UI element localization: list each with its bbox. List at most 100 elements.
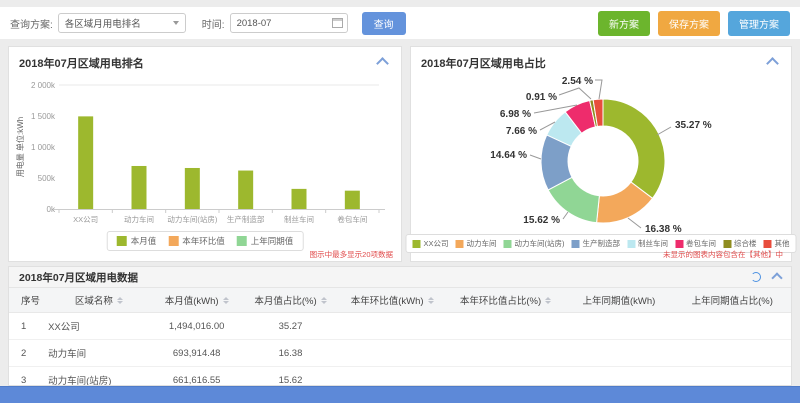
column-header-本月值占比(%)[interactable]: 本月值占比(%) [244, 293, 338, 307]
manage-plan-button[interactable]: 管理方案 [728, 11, 790, 36]
legend-swatch [723, 240, 731, 248]
query-button[interactable]: 查询 [362, 12, 406, 35]
table-cell: 1,494,016.00 [150, 321, 244, 332]
table-row: 2动力车间693,914.4816.38 [9, 340, 791, 367]
bar-生产制造部 [238, 171, 253, 209]
query-plan-selected-value: 各区域月用电排名 [65, 16, 141, 30]
table-cell: 15.62 [244, 375, 338, 386]
legend-item[interactable]: 制丝车间 [627, 238, 668, 249]
column-header-label: 本月值占比(%) [254, 293, 316, 307]
sort-icon[interactable] [428, 297, 434, 304]
table-cell: XX公司 [48, 319, 150, 333]
table-cell: 35.27 [244, 321, 338, 332]
legend-item[interactable]: 生产制造部 [572, 238, 621, 249]
x-axis-category-label: 动力车间 [124, 214, 154, 224]
legend-label: 生产制造部 [583, 238, 621, 249]
pie-slice-percent-label: 2.54 % [562, 76, 593, 87]
save-plan-button[interactable]: 保存方案 [658, 11, 720, 36]
legend-label: 动力车间(站房) [515, 238, 565, 249]
column-header-label: 区域名称 [75, 293, 113, 307]
table-header-row: 序号区域名称本月值(kWh)本月值占比(%)本年环比值(kWh)本年环比值占比(… [9, 288, 791, 313]
column-header-区域名称[interactable]: 区域名称 [48, 293, 150, 307]
collapse-chevron-up-icon[interactable] [771, 272, 782, 283]
pie-slice-percent-label: 14.64 % [490, 150, 527, 161]
table-cell: 693,914.48 [150, 348, 244, 359]
column-header-上年同期值占比(%): 上年同期值占比(%) [674, 293, 791, 307]
x-axis-category-label: 制丝车间 [284, 214, 314, 224]
legend-label: 综合楼 [734, 238, 757, 249]
toolbar: 查询方案: 各区域月用电排名 时间: 查询 新方案 保存方案 管理方案 [0, 7, 800, 39]
sort-icon[interactable] [321, 297, 327, 304]
legend-item[interactable]: 本月值 [117, 235, 157, 247]
legend-item[interactable]: 动力车间 [456, 238, 497, 249]
sort-icon[interactable] [117, 297, 123, 304]
time-label: 时间: [202, 16, 225, 31]
legend-swatch [572, 240, 580, 248]
legend-item[interactable]: 综合楼 [723, 238, 757, 249]
legend-swatch [456, 240, 464, 248]
bar-chart-legend: 本月值 本年环比值 上年同期值 [107, 231, 304, 251]
legend-item[interactable]: 卷包车间 [675, 238, 716, 249]
legend-item[interactable]: 上年同期值 [237, 235, 294, 247]
pie-slice-percent-label: 15.62 % [523, 215, 560, 226]
table-cell: 动力车间(站房) [48, 373, 150, 386]
chevron-down-icon [173, 21, 179, 25]
horizontal-scrollbar[interactable] [0, 386, 800, 403]
legend-item[interactable]: 本年环比值 [168, 235, 225, 247]
new-plan-button[interactable]: 新方案 [598, 11, 650, 36]
dashboard: 查询方案: 各区域月用电排名 时间: 查询 新方案 保存方案 管理方案 2018… [0, 0, 800, 403]
date-input[interactable] [230, 13, 348, 33]
column-header-本月值(kWh)[interactable]: 本月值(kWh) [150, 293, 244, 307]
data-table-panel: 2018年07月区域用电数据 序号区域名称本月值(kWh)本月值占比(%)本年环… [8, 266, 792, 386]
table-cell: 661,616.55 [150, 375, 244, 386]
label-leader-line [595, 80, 602, 99]
bar-chart-title: 2018年07月区域用电排名 [19, 55, 144, 71]
collapse-chevron-up-icon[interactable] [376, 57, 389, 70]
query-plan-select[interactable]: 各区域月用电排名 [58, 13, 186, 33]
legend-label: 制丝车间 [638, 238, 668, 249]
legend-swatch [504, 240, 512, 248]
toolbar-right: 新方案 保存方案 管理方案 [598, 11, 790, 36]
bar-卷包车间 [345, 191, 360, 209]
legend-item[interactable]: XX公司 [412, 238, 448, 249]
pie-chart-note: 未显示的图表内容包含在【其他】中 [663, 249, 783, 260]
y-axis-tick-label: 1 000k [31, 143, 56, 152]
label-leader-line [530, 155, 541, 159]
column-header-本年环比值(kWh)[interactable]: 本年环比值(kWh) [337, 293, 446, 307]
legend-swatch [675, 240, 683, 248]
table-title-bar: 2018年07月区域用电数据 [9, 267, 791, 288]
pie-slice-percent-label: 35.27 % [675, 120, 712, 131]
legend-swatch [168, 236, 178, 246]
sort-icon[interactable] [223, 297, 229, 304]
legend-label: XX公司 [423, 238, 448, 249]
legend-item[interactable]: 动力车间(站房) [504, 238, 565, 249]
query-plan-label: 查询方案: [10, 16, 53, 31]
refresh-icon[interactable] [751, 272, 761, 282]
legend-label: 动力车间 [467, 238, 497, 249]
label-leader-line [657, 127, 671, 135]
x-axis-category-label: 动力车间(站房) [167, 214, 217, 224]
pie-chart-title: 2018年07月区域用电占比 [421, 55, 546, 71]
legend-swatch [117, 236, 127, 246]
legend-label: 上年同期值 [251, 235, 294, 247]
bar-动力车间 [132, 166, 147, 209]
label-leader-line [563, 212, 568, 219]
column-header-label: 本年环比值占比(%) [460, 293, 541, 307]
y-axis-tick-label: 1 500k [31, 112, 56, 121]
legend-item[interactable]: 其他 [764, 238, 790, 249]
legend-label: 本年环比值 [182, 235, 225, 247]
label-leader-line [559, 88, 591, 99]
calendar-icon[interactable] [332, 18, 343, 28]
bar-XX公司 [78, 116, 93, 209]
legend-swatch [237, 236, 247, 246]
bar-chart-note: 图示中最多显示20项数据 [310, 249, 393, 260]
table-row: 1XX公司1,494,016.0035.27 [9, 313, 791, 340]
legend-swatch [412, 240, 420, 248]
x-axis-category-label: XX公司 [73, 215, 98, 224]
legend-label: 卷包车间 [686, 238, 716, 249]
sort-icon[interactable] [545, 297, 551, 304]
table-title: 2018年07月区域用电数据 [19, 270, 138, 285]
column-header-label: 上年同期值占比(%) [692, 293, 773, 307]
column-header-本年环比值占比(%)[interactable]: 本年环比值占比(%) [447, 293, 564, 307]
collapse-chevron-up-icon[interactable] [766, 57, 779, 70]
